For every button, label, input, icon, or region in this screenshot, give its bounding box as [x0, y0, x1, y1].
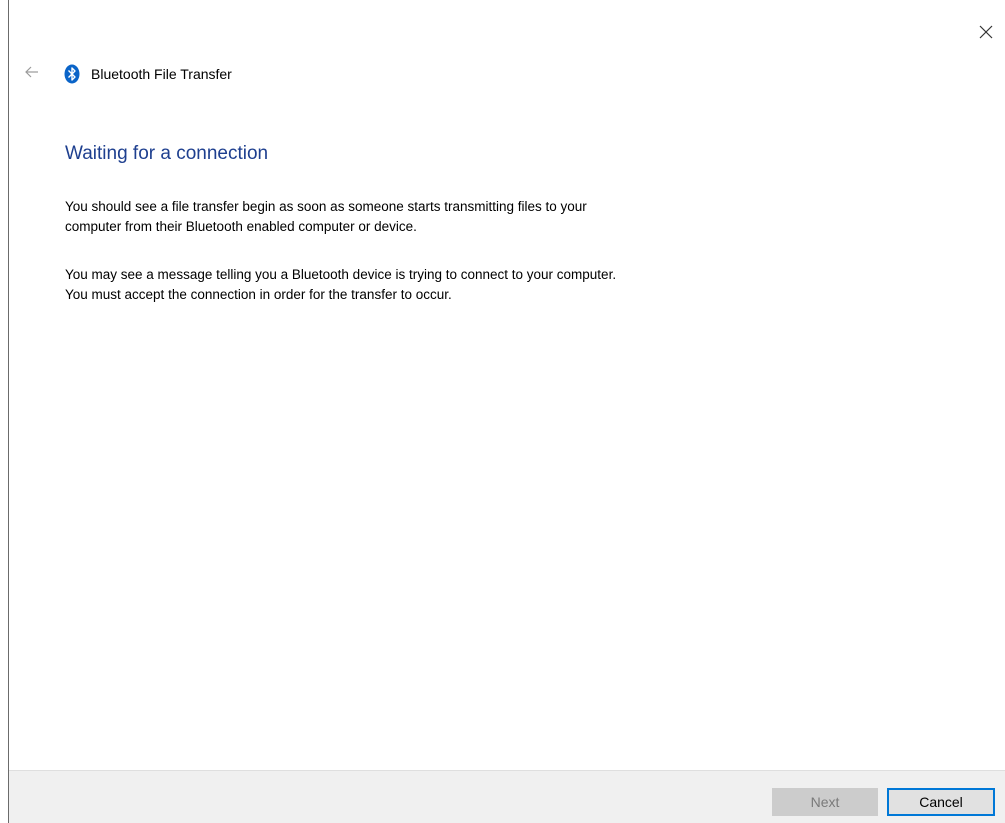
app-header: Bluetooth File Transfer	[64, 64, 232, 84]
close-icon	[979, 25, 993, 39]
page-title: Waiting for a connection	[65, 143, 269, 164]
paragraph-line: You must accept the connection in order …	[65, 287, 452, 302]
paragraph-line: You may see a message telling you a Blue…	[65, 267, 617, 282]
cancel-button[interactable]: Cancel	[887, 788, 995, 816]
paragraph-line: You should see a file transfer begin as …	[65, 199, 587, 214]
next-button[interactable]: Next	[772, 788, 878, 816]
close-button[interactable]	[971, 18, 1001, 46]
transfer-info-paragraph: You should see a file transfer begin as …	[65, 197, 845, 237]
connection-info-paragraph: You may see a message telling you a Blue…	[65, 265, 845, 305]
window-left-border	[8, 0, 9, 823]
bluetooth-icon	[64, 64, 80, 84]
app-title: Bluetooth File Transfer	[91, 66, 232, 82]
dialog-footer: Next Cancel	[9, 770, 1005, 823]
back-button[interactable]	[22, 62, 42, 82]
bluetooth-file-transfer-dialog: Bluetooth File Transfer Waiting for a co…	[0, 0, 1005, 823]
paragraph-line: computer from their Bluetooth enabled co…	[65, 219, 417, 234]
back-arrow-icon	[25, 66, 38, 78]
